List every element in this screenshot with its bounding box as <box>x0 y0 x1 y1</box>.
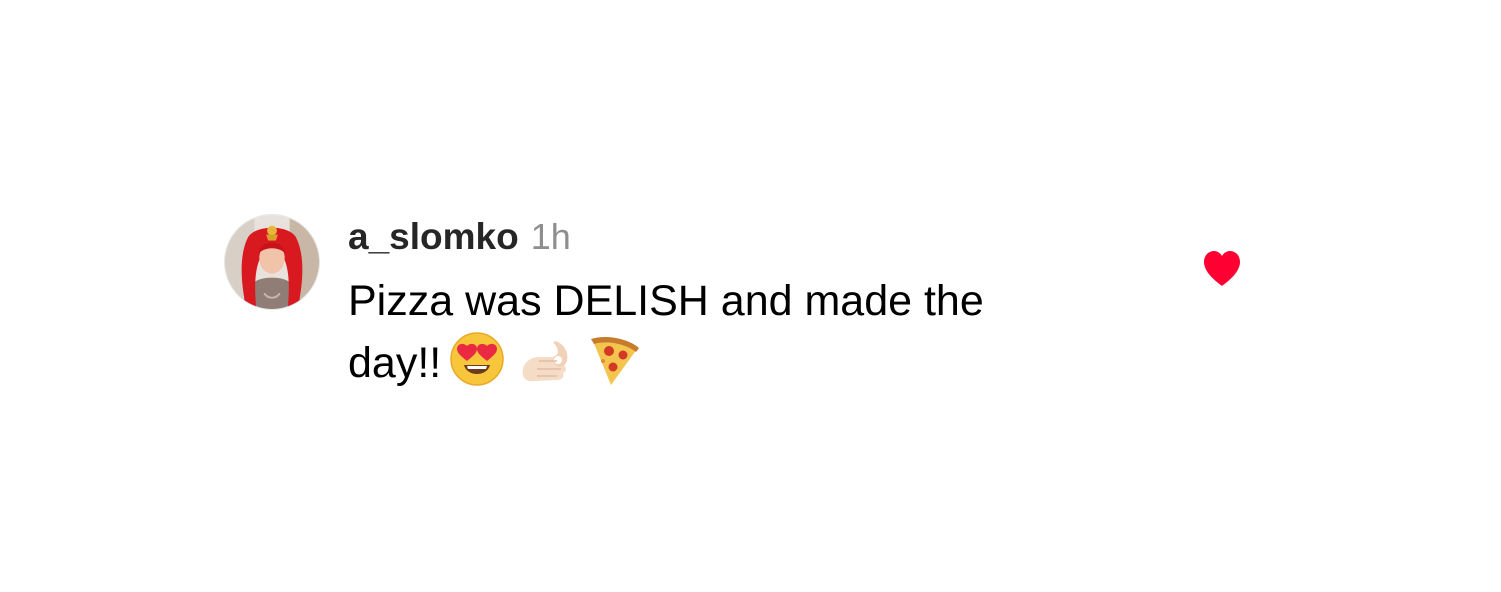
profile-photo <box>225 215 319 309</box>
ok-hand-emoji <box>517 331 573 387</box>
like-button[interactable] <box>1202 250 1242 288</box>
comment-text-line-2: day!! <box>348 339 442 387</box>
heart-eyes-emoji <box>449 331 505 387</box>
avatar[interactable] <box>224 214 320 310</box>
emoji-group <box>449 331 653 387</box>
username-link[interactable]: a_slomko <box>348 216 519 258</box>
comment-timestamp[interactable]: 1h <box>531 216 571 258</box>
comment-item: a_slomko 1h Pizza was DELISH and made th… <box>0 0 1501 592</box>
comment-header: a_slomko 1h <box>348 216 571 260</box>
pizza-emoji <box>585 331 641 387</box>
comment-text: Pizza was DELISH and made the day!! <box>348 272 1108 393</box>
filled-heart-icon <box>1204 251 1240 286</box>
comment-text-line-1: Pizza was DELISH and made the <box>348 277 984 325</box>
